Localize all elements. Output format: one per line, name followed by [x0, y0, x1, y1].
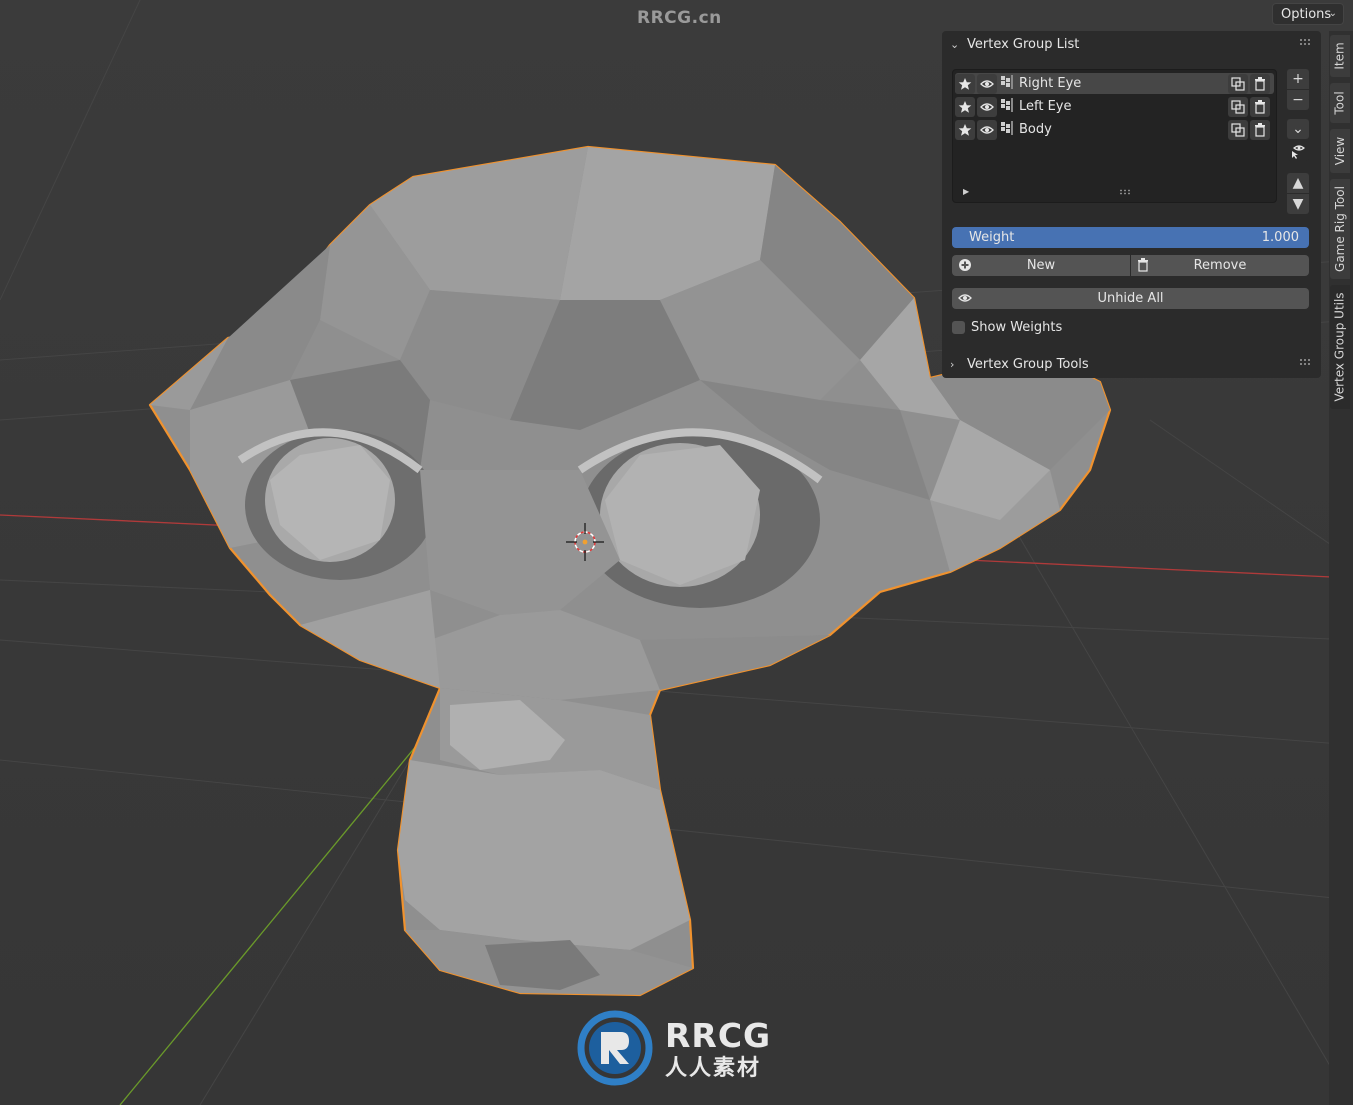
trash-icon[interactable]: [1250, 73, 1270, 94]
drag-grip-icon[interactable]: [1299, 38, 1311, 46]
rrcg-logo: RRCG 人人素材: [577, 1010, 777, 1090]
eye-select-icon[interactable]: [1287, 141, 1309, 161]
logo-emblem-icon: [577, 1010, 653, 1086]
expand-filter-icon[interactable]: ▶: [963, 187, 969, 196]
tab-game-rig-tool[interactable]: Game Rig Tool: [1330, 179, 1350, 279]
add-circle-icon: [958, 258, 972, 276]
chevron-down-icon[interactable]: ⌄: [1287, 119, 1309, 139]
unhide-row: Unhide All: [952, 288, 1309, 309]
list-item-label[interactable]: Left Eye: [1019, 99, 1228, 114]
tab-item[interactable]: Item: [1330, 35, 1350, 77]
resize-grip-icon[interactable]: [1119, 189, 1131, 195]
eye-icon[interactable]: [977, 73, 997, 94]
copy-icon[interactable]: [1228, 119, 1248, 140]
vertex-group-icon: [999, 74, 1015, 94]
vertex-group-icon: [999, 97, 1015, 117]
new-button[interactable]: New: [952, 255, 1130, 276]
weight-value: 1.000: [1261, 230, 1299, 245]
eye-icon[interactable]: [977, 119, 997, 140]
plus-icon[interactable]: +: [1287, 69, 1309, 89]
list-item-label[interactable]: Body: [1019, 122, 1228, 137]
arrow-up-icon[interactable]: ▲: [1287, 173, 1309, 193]
trash-icon: [1137, 258, 1149, 276]
chevron-down-icon: ⌄: [1328, 8, 1337, 19]
copy-icon[interactable]: [1228, 96, 1248, 117]
show-weights-checkbox[interactable]: [952, 321, 965, 334]
options-label: Options: [1281, 6, 1332, 22]
sidebar-tab-bar: Item Tool View Game Rig Tool Vertex Grou…: [1329, 31, 1353, 1105]
unhide-all-button[interactable]: Unhide All: [952, 288, 1309, 309]
arrow-down-icon[interactable]: ▼: [1287, 194, 1309, 214]
star-icon[interactable]: [955, 119, 975, 140]
vertex-group-icon: [999, 120, 1015, 140]
vertex-group-list-header[interactable]: ⌄ Vertex Group List: [942, 32, 1321, 56]
watermark-top: RRCG.cn: [637, 8, 722, 28]
star-icon[interactable]: [955, 96, 975, 117]
show-weights-label: Show Weights: [971, 320, 1063, 335]
eye-icon: [958, 291, 972, 309]
weight-slider[interactable]: Weight 1.000: [952, 227, 1309, 248]
eye-icon[interactable]: [977, 96, 997, 117]
remove-button[interactable]: Remove: [1131, 255, 1309, 276]
new-remove-row: New Remove: [952, 255, 1309, 276]
unhide-all-label: Unhide All: [1097, 291, 1164, 306]
vertex-group-list[interactable]: Right Eye Left Eye Body ▶: [952, 69, 1277, 203]
weight-label: Weight: [969, 230, 1015, 245]
trash-icon[interactable]: [1250, 119, 1270, 140]
trash-icon[interactable]: [1250, 96, 1270, 117]
list-item[interactable]: Right Eye: [955, 73, 1274, 94]
copy-icon[interactable]: [1228, 73, 1248, 94]
vertex-group-tools-header[interactable]: › Vertex Group Tools: [942, 352, 1321, 376]
drag-grip-icon[interactable]: [1299, 358, 1311, 366]
list-item[interactable]: Left Eye: [955, 96, 1274, 117]
options-dropdown[interactable]: Options ⌄: [1272, 3, 1344, 25]
show-weights-toggle[interactable]: Show Weights: [952, 320, 1062, 335]
star-icon[interactable]: [955, 73, 975, 94]
tab-tool[interactable]: Tool: [1330, 83, 1350, 123]
tab-vertex-group-utils[interactable]: Vertex Group Utils: [1330, 285, 1350, 409]
new-button-label: New: [1026, 258, 1056, 273]
chevron-right-icon: ›: [950, 357, 955, 371]
list-item[interactable]: Body: [955, 119, 1274, 140]
section-title: Vertex Group Tools: [967, 356, 1089, 372]
tab-view[interactable]: View: [1330, 129, 1350, 173]
remove-button-label: Remove: [1193, 258, 1247, 273]
minus-icon[interactable]: −: [1287, 90, 1309, 110]
sidebar-panel: ⌄ Vertex Group List Right Eye Left Eye B…: [942, 31, 1321, 378]
logo-subtitle: 人人素材: [665, 1056, 762, 1081]
list-item-label[interactable]: Right Eye: [1019, 76, 1228, 91]
chevron-down-icon: ⌄: [950, 37, 960, 51]
section-title: Vertex Group List: [967, 36, 1080, 52]
